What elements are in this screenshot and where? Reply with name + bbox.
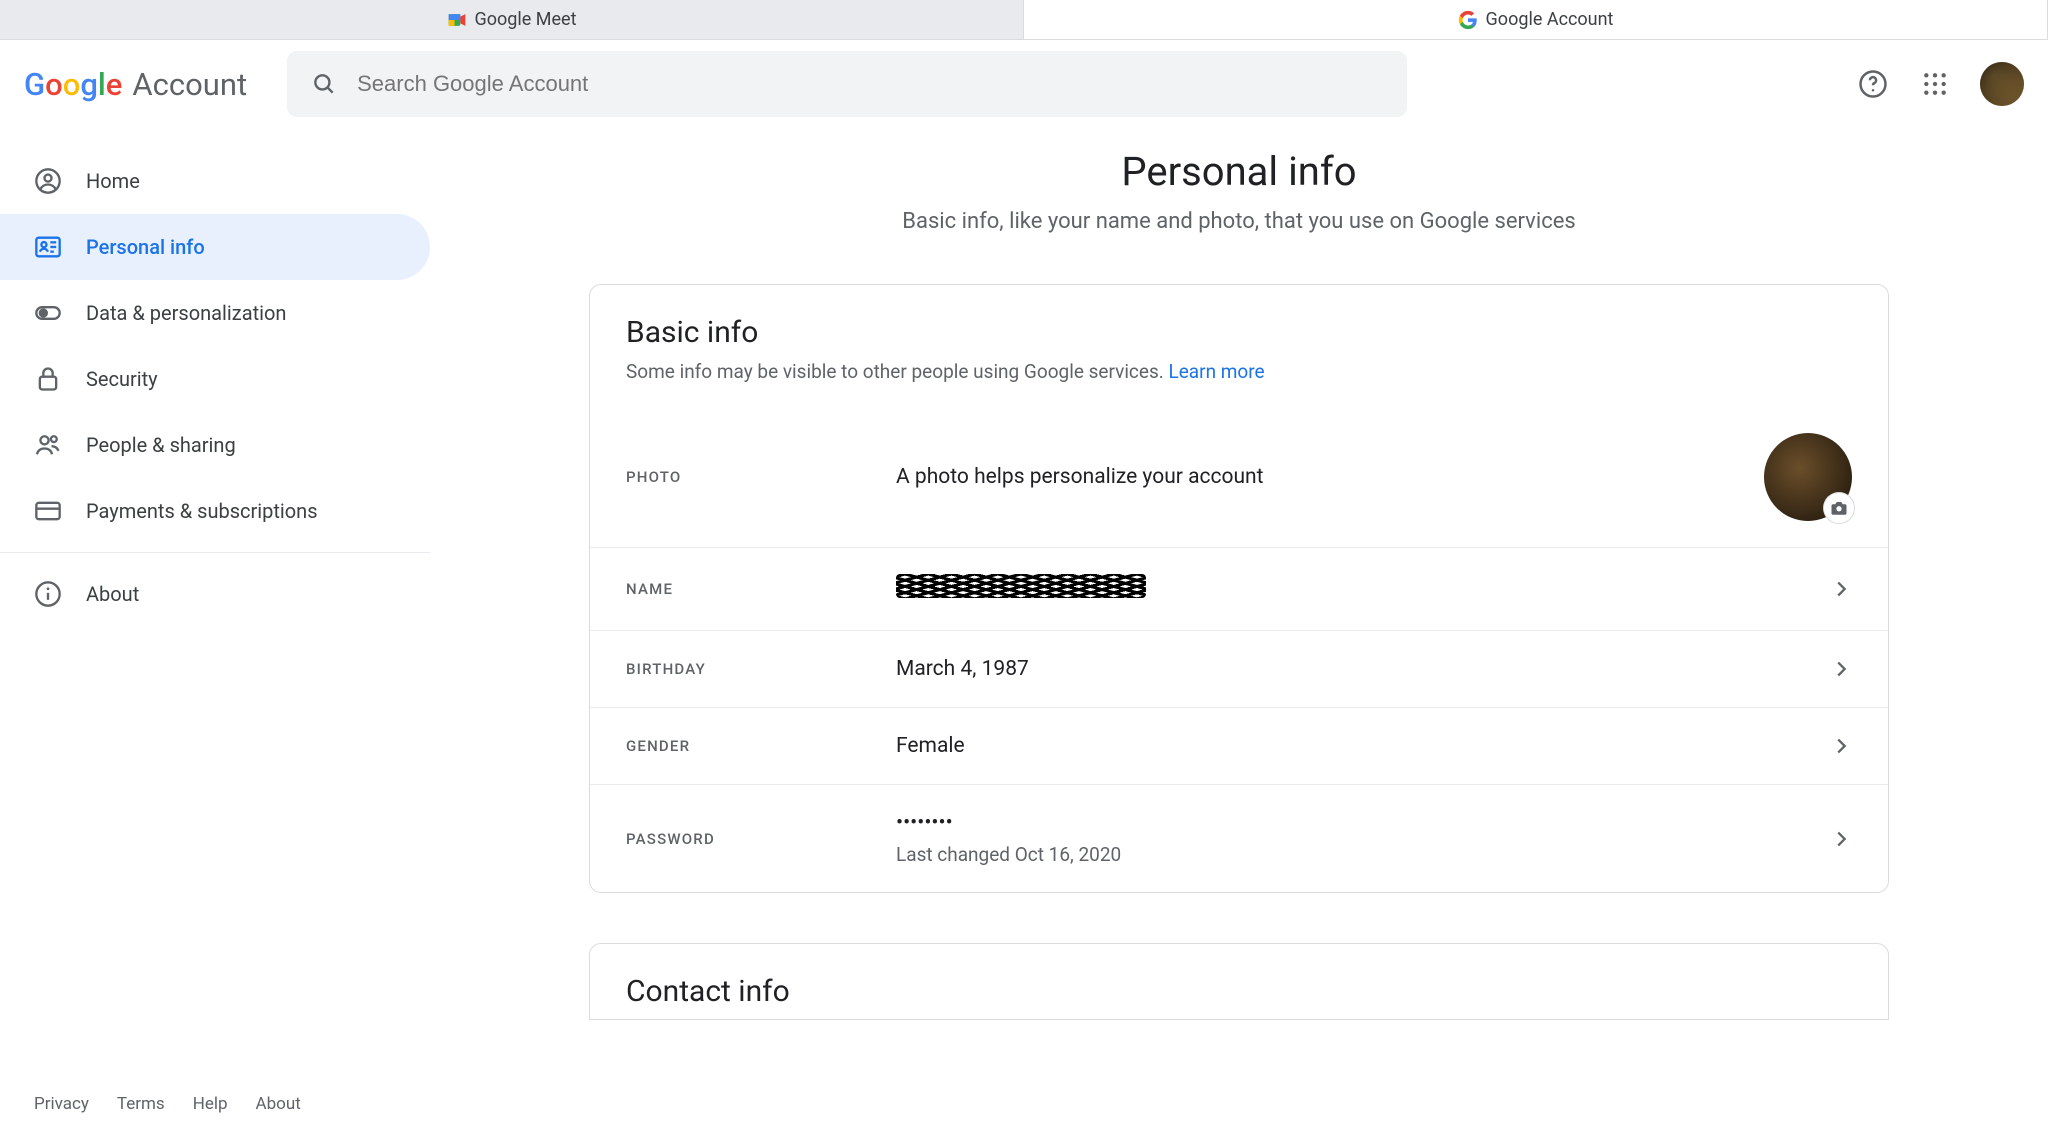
chevron-right-icon	[1830, 735, 1852, 757]
sidebar-item-people-sharing[interactable]: People & sharing	[0, 412, 430, 478]
row-gender[interactable]: GENDER Female	[590, 707, 1888, 784]
sidebar-item-about[interactable]: About	[0, 561, 430, 627]
name-label: NAME	[626, 580, 896, 598]
people-icon	[34, 431, 62, 459]
tab-label: Google Meet	[475, 9, 577, 30]
apps-grid-icon[interactable]	[1918, 67, 1952, 101]
redacted-name	[896, 574, 1146, 598]
brand-product: Account	[132, 66, 247, 103]
page-subtitle: Basic info, like your name and photo, th…	[470, 209, 2008, 234]
row-photo[interactable]: PHOTO A photo helps personalize your acc…	[590, 407, 1888, 547]
person-circle-icon	[34, 167, 62, 195]
learn-more-link[interactable]: Learn more	[1168, 360, 1264, 383]
sidebar-item-label: Security	[86, 367, 158, 391]
sidebar-item-label: Payments & subscriptions	[86, 499, 318, 523]
toggle-icon	[34, 299, 62, 327]
sidebar-item-security[interactable]: Security	[0, 346, 430, 412]
contact-info-card: Contact info	[589, 943, 1889, 1020]
footer-terms-link[interactable]: Terms	[117, 1094, 165, 1114]
help-icon[interactable]	[1856, 67, 1890, 101]
birthday-value: March 4, 1987	[896, 657, 1830, 681]
photo-desc: A photo helps personalize your account	[896, 465, 1764, 489]
footer-help-link[interactable]: Help	[193, 1094, 228, 1114]
sidebar-item-personal-info[interactable]: Personal info	[0, 214, 430, 280]
divider	[0, 552, 430, 553]
gender-label: GENDER	[626, 737, 896, 755]
meet-icon	[447, 10, 467, 30]
sidebar-item-label: People & sharing	[86, 433, 236, 457]
browser-tab-meet[interactable]: Google Meet	[0, 0, 1024, 39]
search-bar[interactable]	[287, 51, 1407, 117]
name-value	[896, 574, 1830, 604]
credit-card-icon	[34, 497, 62, 525]
gender-value: Female	[896, 734, 1830, 758]
basic-info-desc-text: Some info may be visible to other people…	[626, 360, 1168, 383]
header-actions	[1856, 62, 2024, 106]
password-label: PASSWORD	[626, 830, 896, 848]
password-sub: Last changed Oct 16, 2020	[896, 843, 1830, 866]
footer-about-link[interactable]: About	[256, 1094, 301, 1114]
camera-icon	[1824, 493, 1854, 523]
google-wordmark: Google	[24, 66, 122, 103]
brand-logo[interactable]: Google Account	[24, 66, 247, 103]
chevron-right-icon	[1830, 578, 1852, 600]
contact-info-heading: Contact info	[626, 974, 1852, 1009]
sidebar-item-label: Personal info	[86, 235, 205, 259]
basic-info-heading: Basic info	[590, 315, 1888, 350]
browser-tab-account[interactable]: Google Account	[1024, 0, 2048, 39]
search-input[interactable]	[357, 71, 1383, 97]
google-g-icon	[1458, 10, 1478, 30]
basic-info-desc: Some info may be visible to other people…	[590, 350, 1888, 383]
search-icon	[311, 71, 337, 97]
row-name[interactable]: NAME	[590, 547, 1888, 630]
photo-label: PHOTO	[626, 468, 896, 486]
tab-label: Google Account	[1486, 9, 1614, 30]
app-header: Google Account	[0, 40, 2048, 128]
sidebar-item-payments[interactable]: Payments & subscriptions	[0, 478, 430, 544]
lock-icon	[34, 365, 62, 393]
main-content: Personal info Basic info, like your name…	[430, 128, 2048, 1142]
sidebar-item-label: Home	[86, 169, 140, 193]
browser-tabstrip: Google Meet Google Account	[0, 0, 2048, 40]
id-card-icon	[34, 233, 62, 261]
password-value: •••••••• Last changed Oct 16, 2020	[896, 811, 1830, 866]
password-dots: ••••••••	[896, 811, 953, 835]
profile-photo[interactable]	[1764, 433, 1852, 521]
sidebar-nav: Home Personal info Data & personalizatio…	[0, 128, 430, 1142]
chevron-right-icon	[1830, 658, 1852, 680]
sidebar-item-home[interactable]: Home	[0, 148, 430, 214]
row-birthday[interactable]: BIRTHDAY March 4, 1987	[590, 630, 1888, 707]
info-icon	[34, 580, 62, 608]
row-password[interactable]: PASSWORD •••••••• Last changed Oct 16, 2…	[590, 784, 1888, 892]
page-title: Personal info	[470, 148, 2008, 195]
sidebar-item-label: Data & personalization	[86, 301, 286, 325]
chevron-right-icon	[1830, 828, 1852, 850]
account-avatar[interactable]	[1980, 62, 2024, 106]
footer-privacy-link[interactable]: Privacy	[34, 1094, 89, 1114]
sidebar-item-label: About	[86, 582, 139, 606]
birthday-label: BIRTHDAY	[626, 660, 896, 678]
basic-info-card: Basic info Some info may be visible to o…	[589, 284, 1889, 893]
sidebar-footer: Privacy Terms Help About	[0, 1076, 430, 1142]
sidebar-item-data-personalization[interactable]: Data & personalization	[0, 280, 430, 346]
